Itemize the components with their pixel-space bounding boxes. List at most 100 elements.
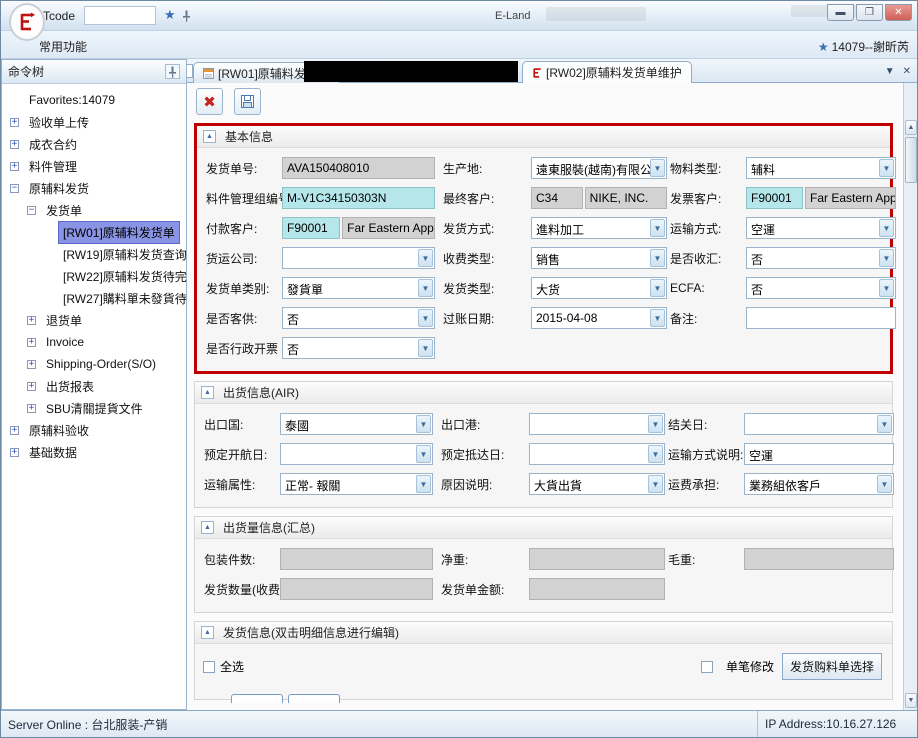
dropdown-chevron-icon[interactable]: ▼ [879,249,894,267]
field-box[interactable]: 空運▼ [746,217,896,239]
tree-item-label[interactable]: 料件管理 [24,155,82,178]
expand-plus-icon[interactable]: + [27,316,36,325]
minimize-button[interactable]: ▬ [827,4,854,21]
tree-item-label[interactable]: 原辅料发货 [24,177,94,200]
dropdown-chevron-icon[interactable]: ▼ [418,309,433,327]
field-box[interactable]: 销售▼ [531,247,667,269]
tree-item-label[interactable]: 原辅料验收 [24,419,94,442]
expand-plus-icon[interactable]: + [10,140,19,149]
dropdown-chevron-icon[interactable]: ▼ [648,415,663,433]
field-box[interactable] [746,307,896,329]
collapse-minus-icon[interactable]: − [10,184,19,193]
tree-item-label[interactable]: 发货单 [41,199,87,222]
collapse-icon[interactable]: ▲ [201,386,214,399]
save-button[interactable] [234,88,261,115]
field-box[interactable]: 否▼ [282,337,435,359]
select-all-checkbox[interactable] [203,661,215,673]
dropdown-chevron-icon[interactable]: ▼ [418,339,433,357]
detail-tab-stub[interactable] [288,694,340,703]
tree-item[interactable]: + Shipping-Order(S/O) [2,353,186,375]
collapse-icon[interactable]: ▲ [203,130,216,143]
tree-item[interactable]: + 原辅料验收 [2,419,186,441]
field-box[interactable]: 空運 [744,443,894,465]
field-box[interactable]: 正常- 報關▼ [280,473,433,495]
tree-item-label[interactable]: 基础数据 [24,441,82,464]
tab-close-icon[interactable]: ✕ [903,66,911,77]
field-box[interactable]: ▼ [529,443,665,465]
tree-item-label[interactable]: [RW01]原辅料发货单 [58,221,180,244]
tree-item-label[interactable]: Invoice [41,332,89,352]
scroll-down-icon[interactable]: ▼ [905,693,917,708]
scroll-up-icon[interactable]: ▲ [905,120,917,135]
field-box[interactable]: 泰國▼ [280,413,433,435]
collapse-icon[interactable]: ▲ [201,626,214,639]
tree-item-label[interactable]: SBU清關提貨文件 [41,397,148,420]
field-box[interactable]: F90001 [282,217,340,239]
field-box[interactable]: ▼ [282,247,435,269]
tree-item[interactable]: [RW01]原辅料发货单 [2,221,186,243]
tree-item-label[interactable]: 验收单上传 [24,111,94,134]
field-box[interactable]: 否▼ [746,247,896,269]
field-box[interactable]: ▼ [744,413,894,435]
tree-item[interactable]: + 料件管理 [2,155,186,177]
tree-item[interactable]: [RW27]購料單未發貨待完结 [2,287,186,309]
dropdown-chevron-icon[interactable]: ▼ [416,475,431,493]
dropdown-chevron-icon[interactable]: ▼ [418,249,433,267]
tab-menu-chevron-icon[interactable]: ▼ [885,66,895,77]
collapse-minus-icon[interactable]: − [27,206,36,215]
expand-plus-icon[interactable]: + [27,382,36,391]
field-box[interactable]: 2015-04-08▼ [531,307,667,329]
tree-item[interactable]: + 出货报表 [2,375,186,397]
dropdown-chevron-icon[interactable]: ▼ [648,445,663,463]
tree-item[interactable]: + 基础数据 [2,441,186,463]
collapse-icon[interactable]: ▲ [201,521,214,534]
field-box[interactable]: 辅料▼ [746,157,896,179]
tree-item-label[interactable]: 出货报表 [41,375,99,398]
tree-item[interactable]: +Invoice [2,331,186,353]
tree-item-label[interactable]: 退货单 [41,309,87,332]
dropdown-chevron-icon[interactable]: ▼ [879,219,894,237]
tree-item[interactable]: [RW19]原辅料发货查询 [2,243,186,265]
field-box[interactable]: 否▼ [746,277,896,299]
expand-plus-icon[interactable]: + [27,404,36,413]
dropdown-chevron-icon[interactable]: ▼ [416,415,431,433]
tree-item[interactable]: −发货单 [2,199,186,221]
document-tab[interactable]: [RW02]原辅料发货单维护 [522,61,692,83]
single-edit-checkbox[interactable] [701,661,713,673]
expand-plus-icon[interactable]: + [27,360,36,369]
field-box[interactable]: 遠東服裝(越南)有限公司▼ [531,157,667,179]
tree-item[interactable]: [RW22]原辅料发货待完结 [2,265,186,287]
expand-plus-icon[interactable]: + [10,426,19,435]
dropdown-chevron-icon[interactable]: ▼ [650,249,665,267]
detail-tab-stub[interactable] [231,694,283,703]
field-box[interactable]: 業務組依客戶▼ [744,473,894,495]
maximize-button[interactable]: ❐ [856,4,883,21]
field-box[interactable]: 發貨單▼ [282,277,435,299]
vertical-scrollbar[interactable]: ▲ ▼ [903,83,917,710]
tree-item-label[interactable]: [RW22]原辅料发货待完结 [58,265,204,288]
field-box[interactable]: 大货▼ [531,277,667,299]
tree-item-label[interactable]: 成衣合约 [24,133,82,156]
expand-plus-icon[interactable]: + [10,162,19,171]
tree-item-label[interactable]: Favorites:14079 [24,90,120,110]
pin-icon[interactable] [182,9,191,27]
tree-item[interactable]: −原辅料发货 [2,177,186,199]
favorite-star-icon[interactable]: ★ [164,7,176,23]
field-box[interactable]: M-V1C34150303N [282,187,435,209]
expand-plus-icon[interactable]: + [10,448,19,457]
tree-item[interactable]: +验收单上传 [2,111,186,133]
tree-item-label[interactable]: Shipping-Order(S/O) [41,354,161,374]
ribbon-tab-common-functions[interactable]: 常用功能 [39,38,87,55]
field-box[interactable]: 大貨出貨▼ [529,473,665,495]
scrollbar-thumb[interactable] [905,137,917,183]
tree-item[interactable]: Favorites:14079 [2,89,186,111]
field-box[interactable]: 否▼ [282,307,435,329]
pick-purchase-order-button[interactable]: 发货购料单选择 [782,653,882,680]
tcode-input[interactable] [84,6,156,25]
field-box[interactable]: ▼ [529,413,665,435]
dropdown-chevron-icon[interactable]: ▼ [650,159,665,177]
tree-item-label[interactable]: [RW19]原辅料发货查询 [58,243,192,266]
tree-item[interactable]: + 成衣合约 [2,133,186,155]
dropdown-chevron-icon[interactable]: ▼ [879,279,894,297]
date-picker-chevron-icon[interactable]: ▼ [650,309,665,327]
